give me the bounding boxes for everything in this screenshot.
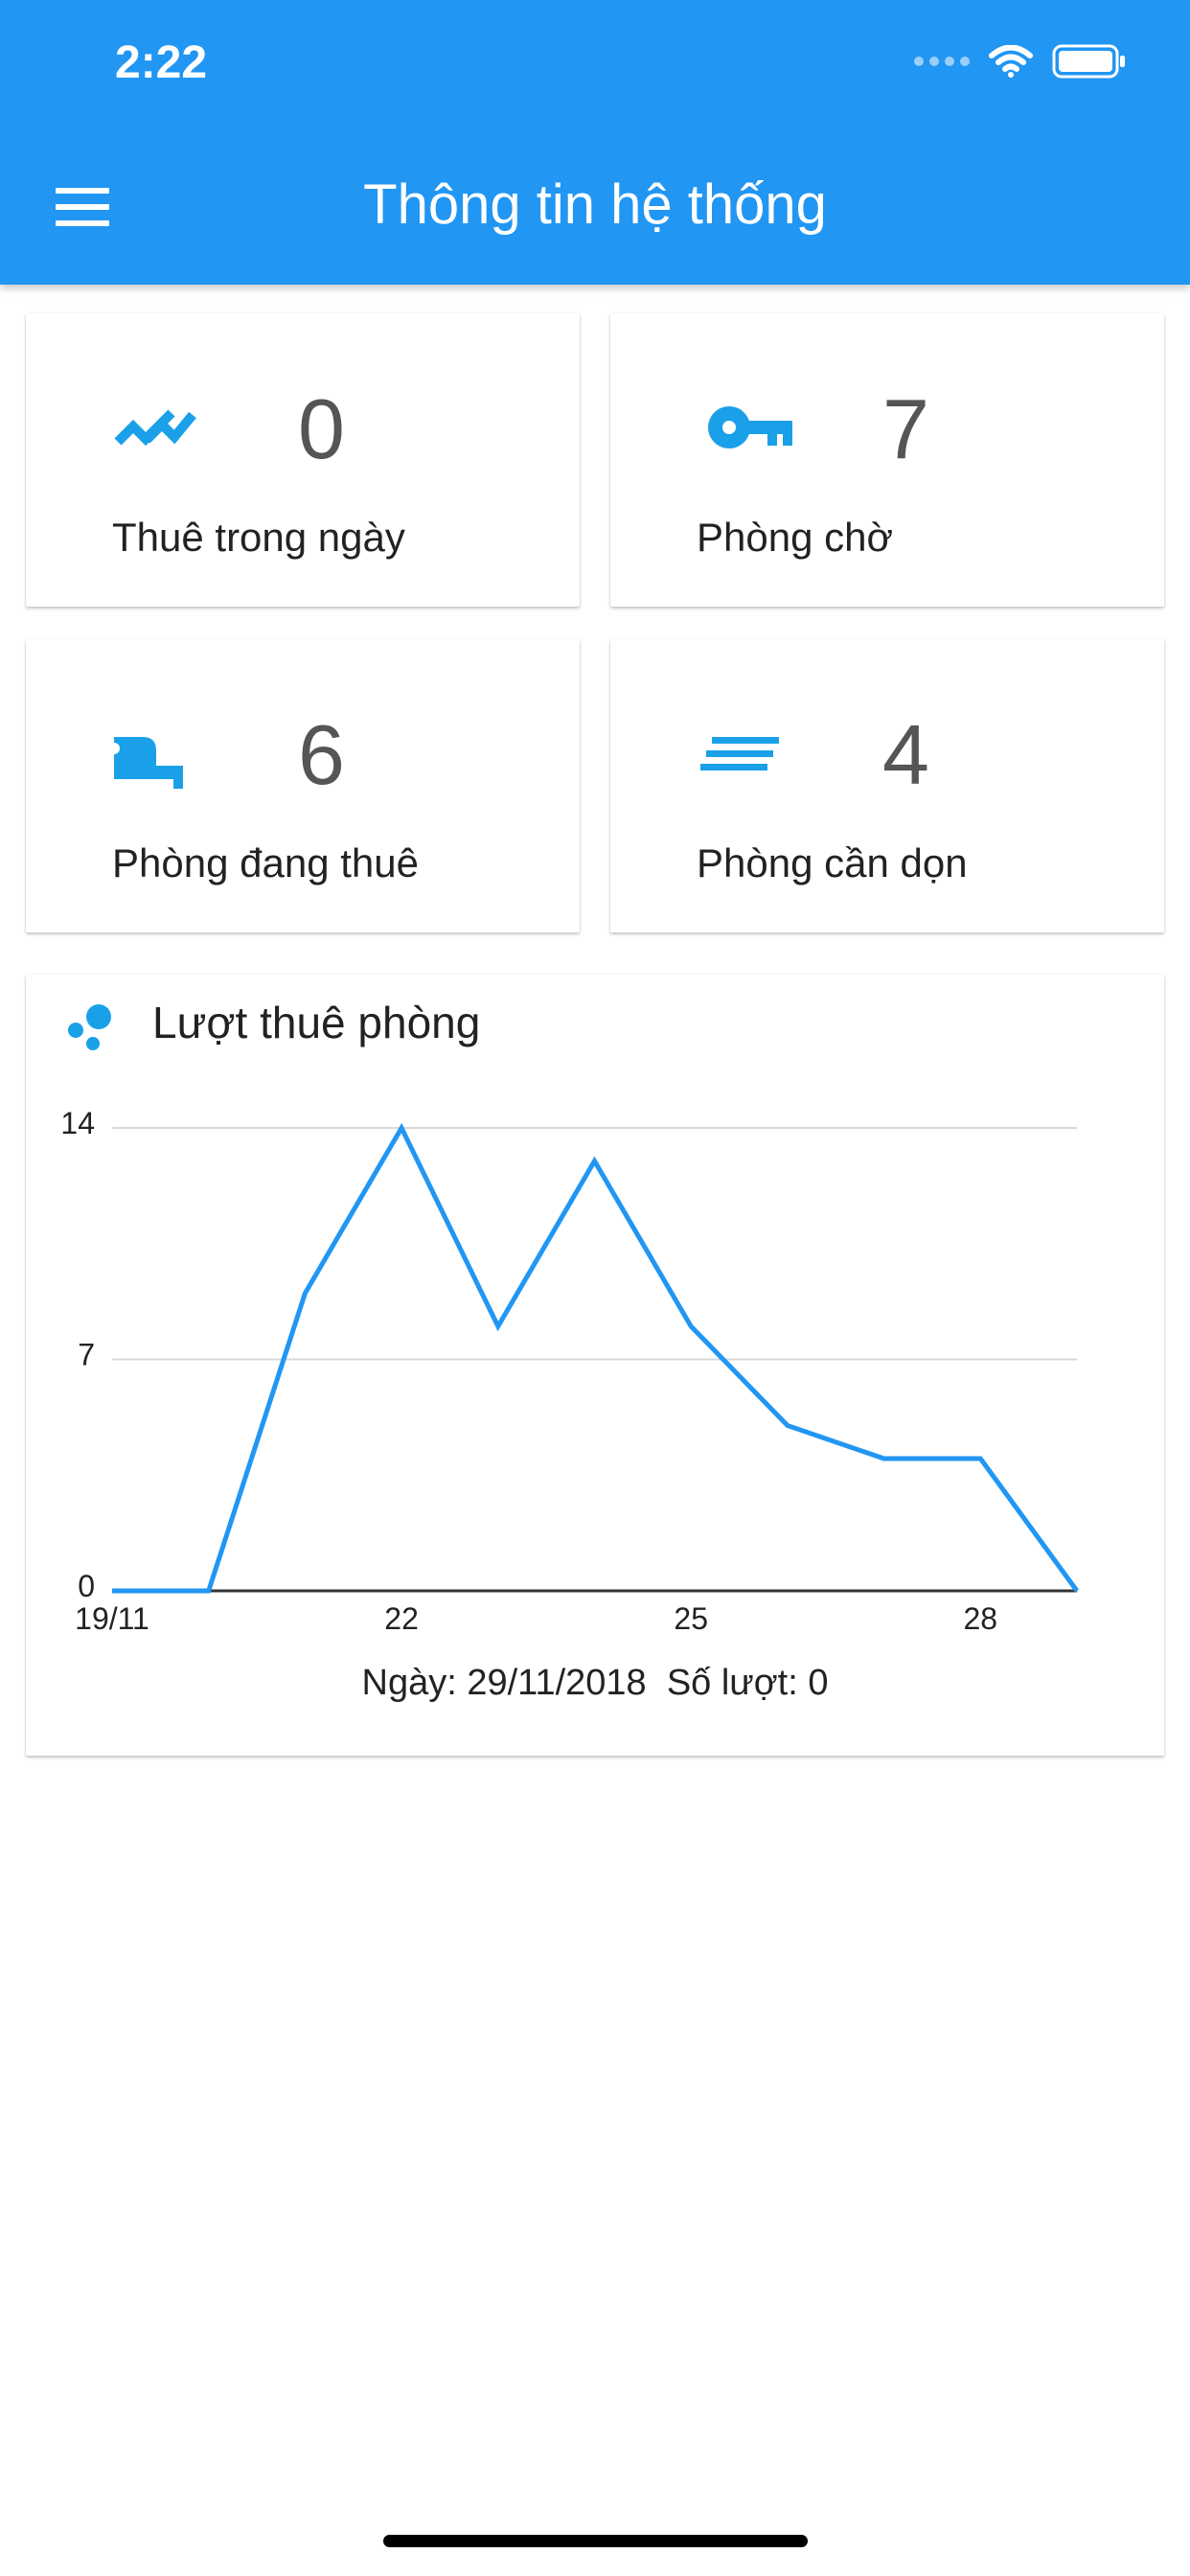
home-indicator[interactable] [383, 2535, 808, 2547]
line-chart[interactable]: 0 7 14 19/11 22 25 28 [26, 975, 1164, 1665]
bed-icon [114, 737, 183, 789]
stat-card-rentals-today[interactable]: 0 Thuê trong ngày [26, 313, 580, 607]
selected-count: Số lượt: 0 [666, 1663, 829, 1703]
stat-value: 4 [882, 707, 929, 802]
data-point [977, 1456, 983, 1461]
data-point [302, 1291, 308, 1297]
app-bar: 2:22 Thông tin hệ thống [0, 0, 1190, 285]
y-tick-label: 7 [78, 1338, 95, 1372]
lines-icon [700, 737, 779, 770]
data-point [495, 1323, 501, 1329]
data-point [881, 1456, 887, 1461]
status-icons [914, 44, 1127, 79]
stat-card-waiting-rooms[interactable]: 7 Phòng chờ [610, 313, 1164, 607]
selected-date: Ngày: 29/11/2018 [361, 1663, 647, 1703]
x-tick-label: 25 [674, 1601, 708, 1636]
x-tick-label: 22 [384, 1601, 419, 1636]
stat-label: Phòng chờ [697, 515, 894, 560]
data-point [399, 1125, 404, 1131]
y-tick-label: 14 [60, 1106, 95, 1140]
data-point [109, 1588, 115, 1594]
stat-label: Phòng cần dọn [697, 840, 968, 886]
rental-chart-card: Lượt thuê phòng 0 7 14 19/11 22 25 28 Ngày: 29… [26, 975, 1164, 1756]
signal-icon [914, 57, 970, 66]
x-tick-label: 28 [964, 1601, 998, 1636]
stat-label: Phòng đang thuê [112, 840, 419, 886]
stat-label: Thuê trong ngày [112, 515, 405, 560]
key-icon [708, 406, 792, 448]
stat-value: 6 [298, 707, 345, 802]
page-title: Thông tin hệ thống [363, 173, 827, 236]
data-point [688, 1323, 694, 1329]
stat-value: 0 [298, 381, 345, 476]
wifi-icon [989, 45, 1033, 78]
data-point [592, 1159, 598, 1164]
data-point [785, 1423, 790, 1429]
chart-selection-info: Ngày: 29/11/2018 Số lượt: 0 [26, 1663, 1164, 1704]
stat-card-rooms-to-clean[interactable]: 4 Phòng cần dọn [610, 639, 1164, 932]
data-point [1074, 1588, 1080, 1594]
trending-up-icon [114, 409, 196, 447]
x-tick-label: 19/11 [75, 1601, 149, 1636]
battery-icon [1052, 44, 1125, 79]
stat-value: 7 [882, 381, 929, 476]
data-point [206, 1588, 212, 1594]
stat-card-occupied-rooms[interactable]: 6 Phòng đang thuê [26, 639, 580, 932]
y-tick-label: 0 [78, 1569, 95, 1603]
status-time: 2:22 [115, 37, 208, 88]
